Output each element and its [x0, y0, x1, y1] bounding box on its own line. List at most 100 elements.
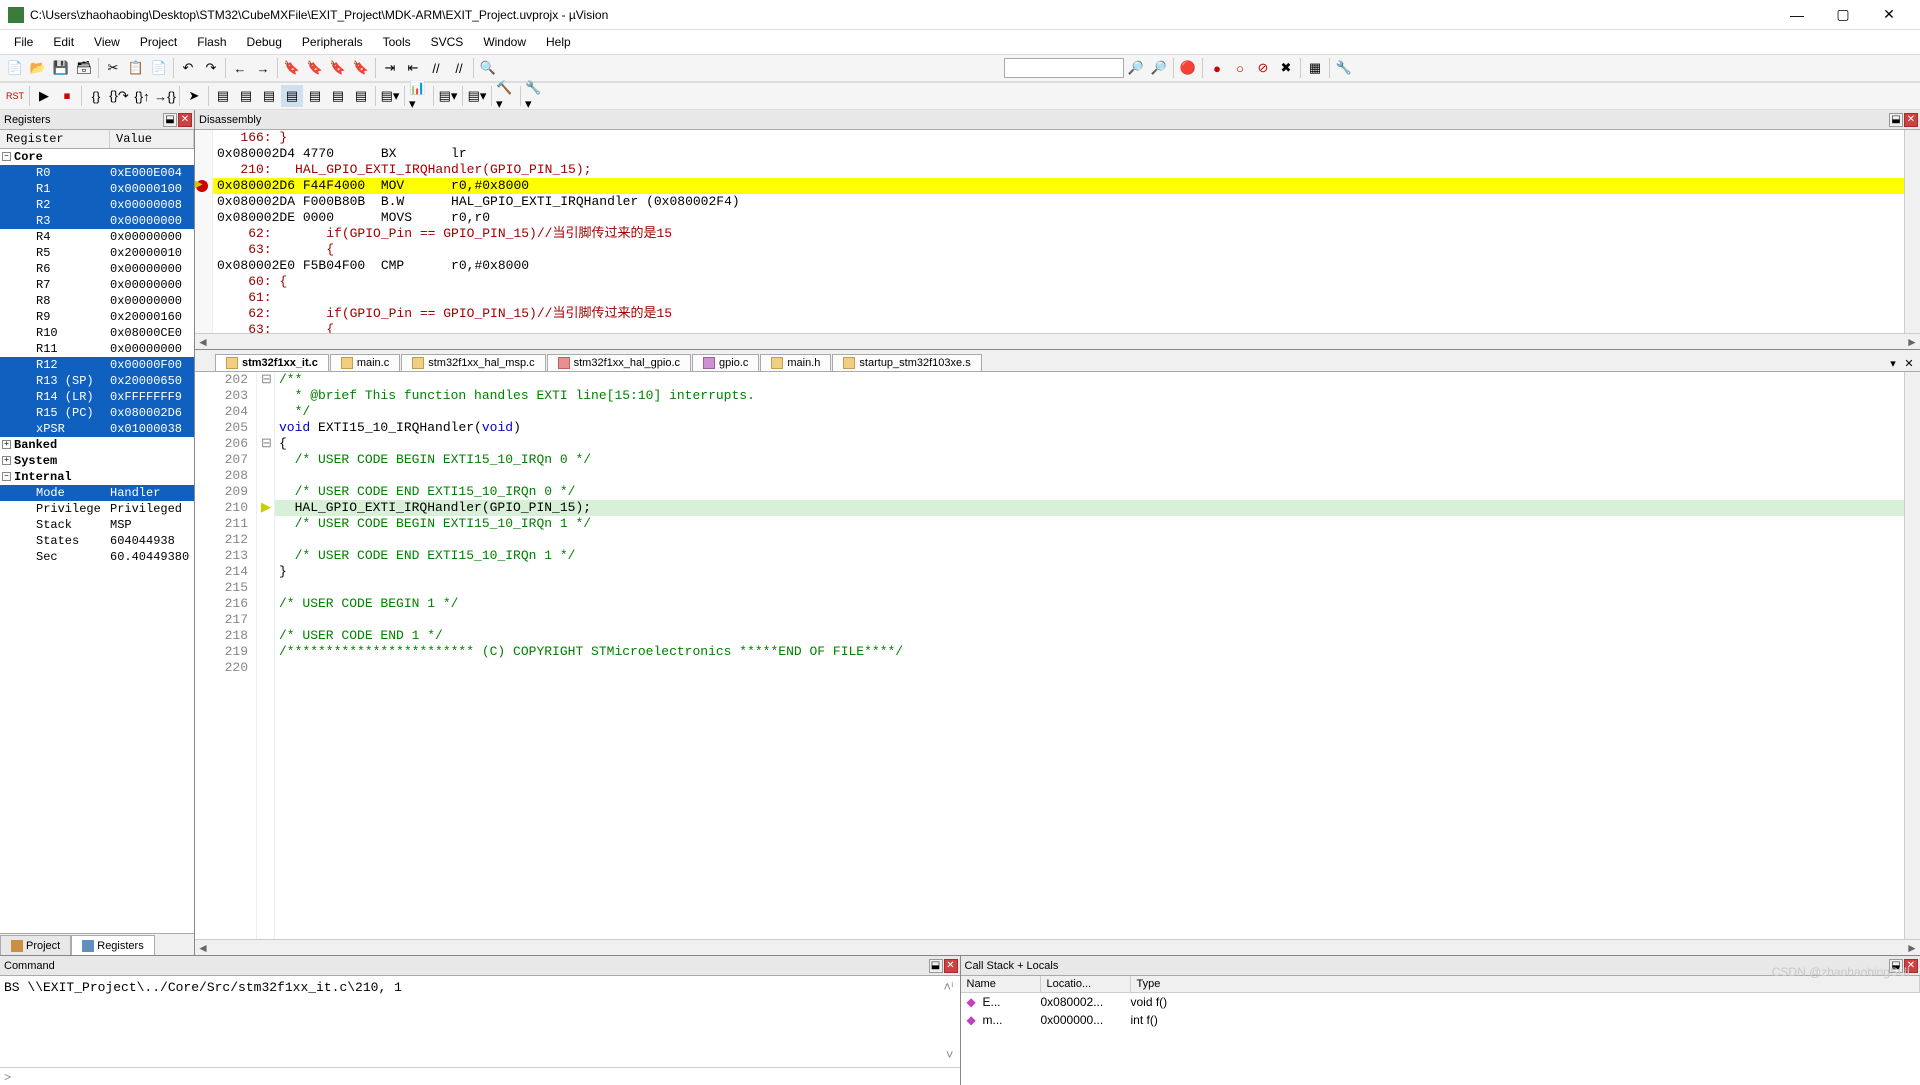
code-line[interactable]: */ [275, 404, 1904, 420]
reg-row[interactable]: PrivilegePrivileged [0, 501, 194, 517]
close-button[interactable]: ✕ [1866, 0, 1912, 30]
tab-project[interactable]: Project [0, 935, 71, 955]
code-line[interactable]: void EXTI15_10_IRQHandler(void) [275, 420, 1904, 436]
find-next-icon[interactable]: 🔎 [1125, 57, 1147, 79]
code-line[interactable]: /************************ (C) COPYRIGHT … [275, 644, 1904, 660]
code-line[interactable] [275, 612, 1904, 628]
reg-row[interactable]: R00xE000E004 [0, 165, 194, 181]
run-to-icon[interactable]: →{} [154, 85, 176, 107]
editor-tab[interactable]: stm32f1xx_hal_msp.c [401, 354, 545, 371]
bp-insert-icon[interactable]: ● [1206, 57, 1228, 79]
editor-code[interactable]: /** * @brief This function handles EXTI … [275, 372, 1904, 939]
reg-row[interactable]: R110x00000000 [0, 341, 194, 357]
reg-row[interactable]: R15 (PC)0x080002D6 [0, 405, 194, 421]
reg-row[interactable]: R20x00000008 [0, 197, 194, 213]
window-icon[interactable]: ▦ [1304, 57, 1326, 79]
reset-icon[interactable]: RST [4, 85, 26, 107]
paste-icon[interactable]: 📄 [148, 57, 170, 79]
memory-win-icon[interactable]: ▤ [350, 85, 372, 107]
bookmark-clear-icon[interactable]: 🔖 [350, 57, 372, 79]
menu-file[interactable]: File [4, 33, 43, 51]
disasm-line[interactable]: 61: [213, 290, 1904, 306]
command-input[interactable]: > [0, 1067, 960, 1085]
reg-row[interactable]: ModeHandler [0, 485, 194, 501]
menu-flash[interactable]: Flash [187, 33, 236, 51]
bookmark-icon[interactable]: 🔖 [281, 57, 303, 79]
code-line[interactable]: /* USER CODE BEGIN EXTI15_10_IRQn 1 */ [275, 516, 1904, 532]
command-output[interactable]: BS \\EXIT_Project\../Core/Src/stm32f1xx_… [0, 976, 960, 1067]
code-line[interactable]: /* USER CODE END EXTI15_10_IRQn 1 */ [275, 548, 1904, 564]
editor-tab[interactable]: main.c [330, 354, 400, 371]
menu-tools[interactable]: Tools [373, 33, 421, 51]
disasm-line[interactable]: 62: if(GPIO_Pin == GPIO_PIN_15)//当引脚传过来的… [213, 306, 1904, 322]
bookmark-next-icon[interactable]: 🔖 [327, 57, 349, 79]
step-out-icon[interactable]: {}↑ [131, 85, 153, 107]
code-line[interactable] [275, 660, 1904, 676]
step-over-icon[interactable]: {}↷ [108, 85, 130, 107]
reg-row[interactable]: R60x00000000 [0, 261, 194, 277]
redo-icon[interactable]: ↷ [200, 57, 222, 79]
callstack-close-icon[interactable]: ✕ [1904, 959, 1918, 973]
editor-tab[interactable]: startup_stm32f103xe.s [832, 354, 981, 371]
reg-row[interactable]: R90x20000160 [0, 309, 194, 325]
copy-icon[interactable]: 📋 [125, 57, 147, 79]
menu-view[interactable]: View [84, 33, 130, 51]
reg-row[interactable]: R14 (LR)0xFFFFFFF9 [0, 389, 194, 405]
editor-tab[interactable]: main.h [760, 354, 831, 371]
config-icon[interactable]: 🔧 [1333, 57, 1355, 79]
menu-help[interactable]: Help [536, 33, 581, 51]
reg-row[interactable]: R10x00000100 [0, 181, 194, 197]
reg-row[interactable]: StackMSP [0, 517, 194, 533]
find-combo[interactable] [1004, 58, 1124, 78]
cs-header-name[interactable]: Name [961, 976, 1041, 992]
editor-tab[interactable]: stm32f1xx_hal_gpio.c [547, 354, 691, 371]
disasm-close-icon[interactable]: ✕ [1904, 113, 1918, 127]
command-close-icon[interactable]: ✕ [944, 959, 958, 973]
stop-icon[interactable]: ⏹ [56, 85, 78, 107]
reg-row[interactable]: xPSR0x01000038 [0, 421, 194, 437]
reg-row[interactable]: Sec60.40449380 [0, 549, 194, 565]
disasm-line[interactable]: 210: HAL_GPIO_EXTI_IRQHandler(GPIO_PIN_1… [213, 162, 1904, 178]
nav-fwd-icon[interactable]: → [252, 57, 274, 79]
disasm-line[interactable]: 0x080002D4 4770 BX lr [213, 146, 1904, 162]
registers-win-icon[interactable]: ▤ [281, 85, 303, 107]
reg-group[interactable]: −Internal [0, 469, 194, 485]
code-line[interactable]: } [275, 564, 1904, 580]
disasm-line[interactable]: 0x080002D6 F44F4000 MOV r0,#0x8000 [213, 178, 1904, 194]
show-next-icon[interactable]: ➤ [183, 85, 205, 107]
code-line[interactable]: { [275, 436, 1904, 452]
reg-row[interactable]: R70x00000000 [0, 277, 194, 293]
disasm-line[interactable]: 166: } [213, 130, 1904, 146]
disasm-line[interactable]: 63: { [213, 242, 1904, 258]
reg-row[interactable]: R40x00000000 [0, 229, 194, 245]
find-icon[interactable]: 🔍 [477, 57, 499, 79]
disasm-body[interactable]: 166: }0x080002D4 4770 BX lr 210: HAL_GPI… [213, 130, 1904, 333]
code-line[interactable]: * @brief This function handles EXTI line… [275, 388, 1904, 404]
watch-win-icon[interactable]: ▤ [327, 85, 349, 107]
serial-icon[interactable]: ▤▾ [379, 85, 401, 107]
minimize-button[interactable]: — [1774, 0, 1820, 30]
code-line[interactable] [275, 468, 1904, 484]
reg-row[interactable]: R30x00000000 [0, 213, 194, 229]
code-line[interactable]: /* USER CODE BEGIN 1 */ [275, 596, 1904, 612]
nav-back-icon[interactable]: ← [229, 57, 251, 79]
callstack-body[interactable]: ◆E...0x080002...void f()◆m...0x000000...… [961, 993, 1920, 1085]
disasm-line[interactable]: 0x080002E0 F5B04F00 CMP r0,#0x8000 [213, 258, 1904, 274]
new-icon[interactable]: 📄 [4, 57, 26, 79]
disasm-line[interactable]: 63: { [213, 322, 1904, 333]
code-line[interactable] [275, 532, 1904, 548]
editor-dropdown-icon[interactable]: ▾ [1886, 357, 1900, 371]
find-files-icon[interactable]: 🔎 [1148, 57, 1170, 79]
disasm-line[interactable]: 62: if(GPIO_Pin == GPIO_PIN_15)//当引脚传过来的… [213, 226, 1904, 242]
code-line[interactable]: /* USER CODE BEGIN EXTI15_10_IRQn 0 */ [275, 452, 1904, 468]
disasm-win-icon[interactable]: ▤ [235, 85, 257, 107]
menu-edit[interactable]: Edit [43, 33, 84, 51]
bp-kill-icon[interactable]: ✖ [1275, 57, 1297, 79]
editor-tab[interactable]: gpio.c [692, 354, 759, 371]
update-icon[interactable]: 🔧▾ [524, 85, 546, 107]
reg-group[interactable]: +System [0, 453, 194, 469]
callstack-row[interactable]: ◆E...0x080002...void f() [961, 993, 1920, 1011]
command-pin-icon[interactable]: ⬓ [929, 959, 943, 973]
outdent-icon[interactable]: ⇤ [402, 57, 424, 79]
open-icon[interactable]: 📂 [27, 57, 49, 79]
